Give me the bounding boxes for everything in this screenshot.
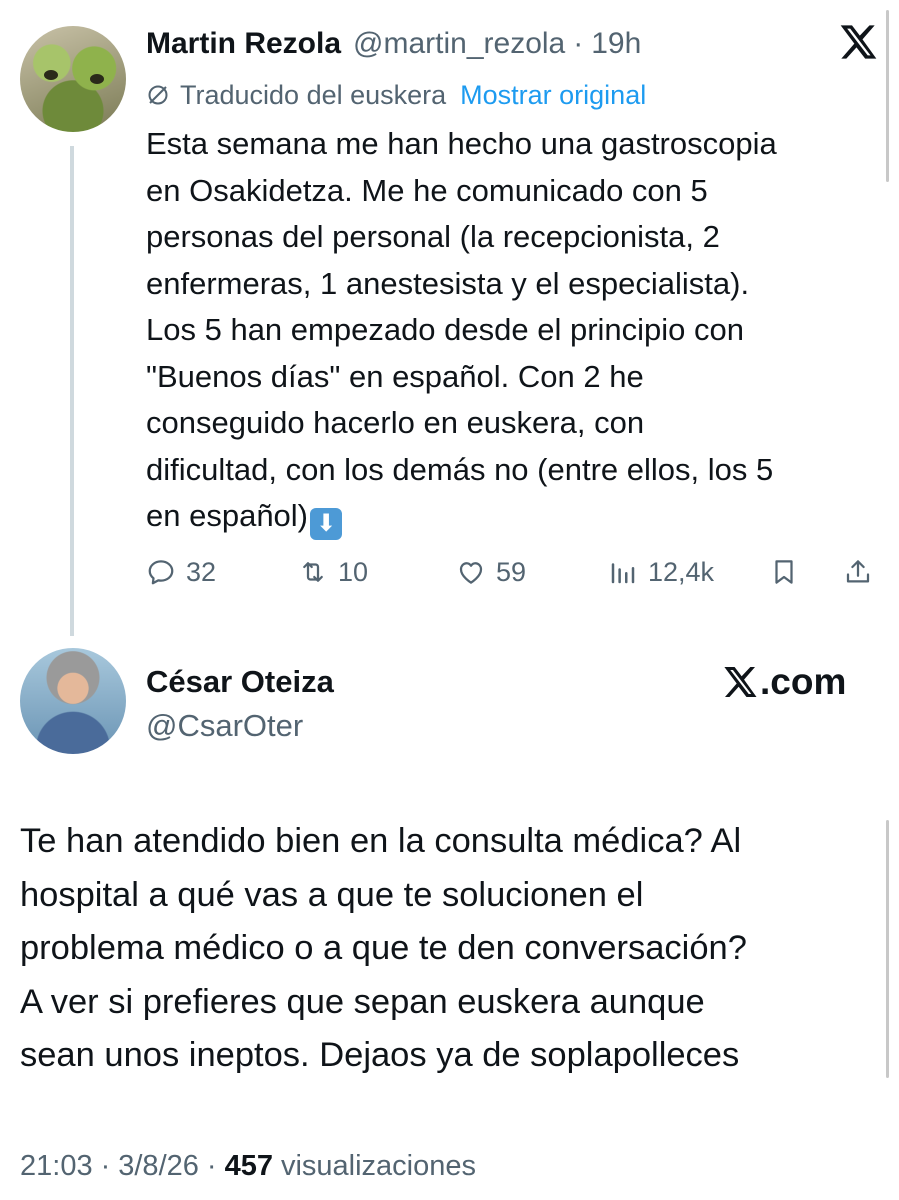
tweet-body: Te han atendido bien en la consulta médi…: [20, 822, 747, 1074]
separator-dot: ·: [100, 1149, 111, 1182]
author-name[interactable]: Martin Rezola: [146, 27, 341, 61]
views-label: visualizaciones: [280, 1149, 476, 1182]
views-button[interactable]: 12,4k: [608, 550, 714, 594]
tweet-meta: 21:03 · 3/8/26 · 457 visualizaciones: [20, 1146, 476, 1186]
author-handle[interactable]: @martin_rezola: [353, 27, 565, 61]
separator-dot: ·: [573, 27, 584, 60]
site-label: .com: [760, 661, 847, 702]
translated-label: Traducido del euskera: [180, 79, 447, 110]
bookmark-icon: [775, 560, 793, 584]
tweet-text: Esta semana me han hecho una gastroscopi…: [146, 121, 876, 540]
like-button[interactable]: 59: [456, 550, 526, 594]
retweet-count: 10: [338, 556, 369, 587]
avatar[interactable]: [20, 648, 126, 754]
reply-button[interactable]: 32: [146, 550, 216, 594]
avatar[interactable]: [20, 26, 126, 132]
show-original-link[interactable]: Mostrar original: [460, 80, 646, 111]
share-button[interactable]: [843, 550, 873, 594]
x-logo-icon: [724, 667, 757, 697]
translate-icon: [148, 85, 168, 105]
like-count: 59: [496, 556, 527, 587]
tweet-header: Martin Rezola @martin_rezola · 19h: [146, 26, 641, 62]
scrollbar[interactable]: [886, 820, 889, 1078]
tweet-actions: 32 10 59 12,4k: [146, 550, 881, 594]
tweet-time[interactable]: 21:03: [20, 1150, 93, 1183]
reply-icon: [148, 560, 174, 585]
author-name[interactable]: César Oteiza: [146, 662, 334, 702]
tweet-time[interactable]: 19h: [591, 27, 641, 61]
share-icon: [846, 560, 870, 583]
down-arrow-emoji: ⬇: [310, 508, 343, 540]
heart-icon: [459, 562, 483, 584]
bookmark-button[interactable]: [769, 550, 799, 594]
views-icon: [611, 563, 635, 584]
tweet-body: Esta semana me han hecho una gastroscopi…: [146, 126, 777, 533]
scrollbar[interactable]: [886, 10, 889, 182]
x-logo-icon: [840, 25, 877, 59]
retweet-icon: [303, 562, 323, 582]
thread-line: [70, 146, 74, 636]
tweet-date[interactable]: 3/8/26: [118, 1150, 199, 1183]
views-count: 457: [224, 1149, 273, 1182]
reply-count: 32: [186, 556, 217, 587]
x-com-watermark: .com: [722, 660, 846, 704]
retweet-button[interactable]: 10: [298, 550, 368, 594]
views-count: 12,4k: [648, 556, 715, 587]
translation-notice: Traducido del euskera Mostrar original: [146, 76, 646, 114]
separator-dot: ·: [206, 1149, 217, 1182]
author-handle[interactable]: @CsarOter: [146, 706, 303, 746]
